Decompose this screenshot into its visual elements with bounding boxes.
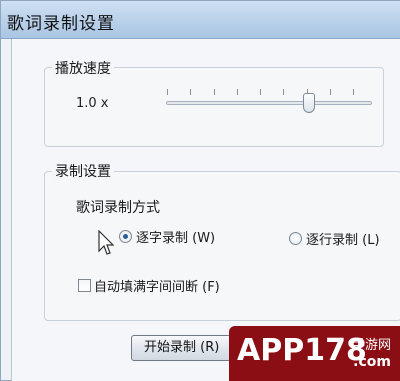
record-mode-label: 歌词录制方式: [76, 200, 160, 216]
slider-tick: [190, 89, 191, 95]
playback-speed-group-title: 播放速度: [52, 58, 114, 78]
speed-slider[interactable]: [162, 81, 377, 121]
slider-track[interactable]: [166, 101, 372, 105]
start-recording-button[interactable]: 开始录制 (R): [131, 335, 231, 361]
word-by-word-radio[interactable]: [119, 230, 132, 243]
window-title: 歌词录制设置: [7, 14, 115, 34]
line-by-line-label[interactable]: 逐行录制 (L): [306, 229, 380, 248]
slider-tick: [167, 89, 168, 95]
speed-value: 1.0 x: [76, 96, 109, 111]
title-bar[interactable]: 歌词录制设置: [1, 1, 400, 39]
watermark-subtitle: 手游网: [351, 338, 391, 353]
watermark-overlay: APP178 手游网 .com: [229, 326, 400, 381]
slider-tick: [330, 89, 331, 95]
slider-tick: [353, 89, 354, 95]
line-by-line-radio[interactable]: [289, 232, 302, 245]
autofill-gap-label[interactable]: 自动填满字间间断 (F): [94, 276, 220, 295]
mouse-cursor-icon: [98, 230, 114, 255]
watermark-domain: .com: [353, 354, 391, 370]
word-by-word-label[interactable]: 逐字录制 (W): [136, 227, 215, 246]
slider-tick: [260, 89, 261, 95]
dialog-window: 歌词录制设置 播放速度 1.0 x 录制设置 歌词录制方式 逐字录制 (W) 逐…: [0, 0, 400, 381]
watermark-logo: APP178: [237, 333, 367, 368]
slider-tick: [237, 89, 238, 95]
autofill-gap-checkbox[interactable]: [78, 279, 91, 292]
slider-thumb[interactable]: [303, 93, 315, 113]
slider-tick: [283, 89, 284, 95]
record-settings-group-title: 录制设置: [52, 161, 114, 181]
slider-tick: [214, 89, 215, 95]
